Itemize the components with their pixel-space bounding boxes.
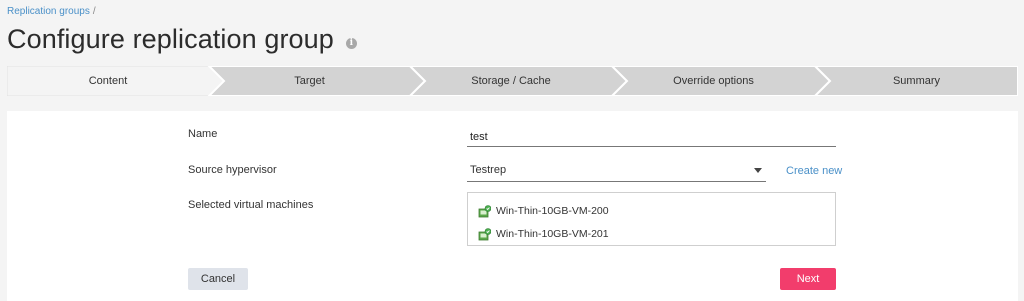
vm-name: Win-Thin-10GB-VM-200 [496, 205, 609, 217]
breadcrumb-link-replication-groups[interactable]: Replication groups [7, 6, 90, 17]
vm-list-item[interactable]: Win-Thin-10GB-VM-200 [478, 204, 609, 218]
breadcrumb: Replication groups / [7, 6, 96, 17]
wizard-step-content[interactable]: Content [7, 66, 209, 96]
wizard-step-target[interactable]: Target [209, 66, 410, 96]
cancel-button[interactable]: Cancel [188, 268, 248, 290]
vm-list-item[interactable]: Win-Thin-10GB-VM-201 [478, 227, 609, 241]
breadcrumb-separator: / [92, 6, 96, 17]
create-new-link[interactable]: Create new [786, 165, 842, 177]
chevron-down-icon[interactable] [754, 168, 762, 173]
vm-name: Win-Thin-10GB-VM-201 [496, 228, 609, 240]
wizard-step-summary[interactable]: Summary [815, 66, 1018, 96]
name-label: Name [188, 128, 218, 140]
next-button[interactable]: Next [780, 268, 836, 290]
page-title: Configure replication group i [7, 24, 357, 55]
wizard-step-storage-cache[interactable]: Storage / Cache [410, 66, 612, 96]
info-icon[interactable]: i [345, 38, 357, 49]
source-hypervisor-select[interactable]: Testrep [467, 161, 766, 182]
source-hypervisor-value: Testrep [470, 164, 507, 176]
name-input[interactable] [467, 128, 836, 147]
vm-running-icon [478, 204, 491, 217]
content-card: Name Source hypervisor Testrep Create ne… [7, 111, 1018, 301]
selected-vms-label: Selected virtual machines [188, 199, 314, 211]
wizard-steps: Content Target Storage / Cache Override … [7, 66, 1018, 96]
vm-running-icon [478, 227, 491, 240]
page-title-text: Configure replication group [7, 24, 334, 54]
source-hypervisor-label: Source hypervisor [188, 164, 277, 176]
selected-vms-list[interactable]: Win-Thin-10GB-VM-200 Win-Thin-10GB-VM-20… [467, 192, 836, 246]
wizard-step-override-options[interactable]: Override options [612, 66, 815, 96]
